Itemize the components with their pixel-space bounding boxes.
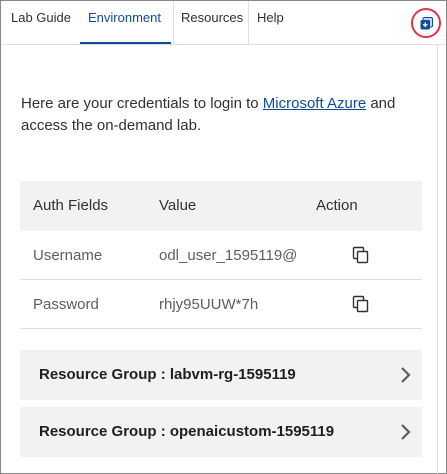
popout-icon [420,17,433,30]
copy-icon[interactable] [352,295,370,313]
tab-divider [248,1,249,45]
tab-lab-guide[interactable]: Lab Guide [11,10,71,44]
password-value: rhjy95UUW*7h [159,296,259,313]
table-row: Username odl_user_1595119@ [20,231,422,280]
password-label: Password [33,296,99,313]
tab-environment-label: Environment [88,10,161,25]
credentials-intro: Here are your credentials to login to Mi… [21,93,431,137]
tab-environment[interactable]: Environment [80,10,171,44]
table-row: Password rhjy95UUW*7h [20,280,422,329]
environment-panel: Lab Guide Environment Resources Help Her… [0,0,447,474]
username-label: Username [33,247,103,264]
resource-group-openaicustom[interactable]: Resource Group : openaicustom-1595119 [20,407,422,457]
header-action: Action [316,197,358,214]
scroll-divider [437,45,438,474]
tab-divider [173,1,174,45]
credentials-table: Auth Fields Value Action Username odl_us… [20,181,422,329]
username-value: odl_user_1595119@ [159,247,298,264]
chevron-right-icon [401,424,411,440]
popout-button[interactable] [411,8,441,38]
tab-bar: Lab Guide Environment Resources Help [1,1,446,45]
intro-text: Here are your credentials to login to [21,95,263,112]
header-auth-fields: Auth Fields [33,197,109,214]
resource-group-labvm[interactable]: Resource Group : labvm-rg-1595119 [20,350,422,400]
tab-resources[interactable]: Resources [181,10,243,44]
active-tab-indicator [80,42,171,44]
resource-group-label: Resource Group : labvm-rg-1595119 [39,366,296,383]
tab-help[interactable]: Help [257,10,284,44]
resource-group-label: Resource Group : openaicustom-1595119 [39,423,335,440]
header-value: Value [159,197,197,214]
copy-icon[interactable] [352,246,370,264]
table-header: Auth Fields Value Action [20,181,422,231]
microsoft-azure-link[interactable]: Microsoft Azure [263,95,366,112]
chevron-right-icon [401,367,411,383]
